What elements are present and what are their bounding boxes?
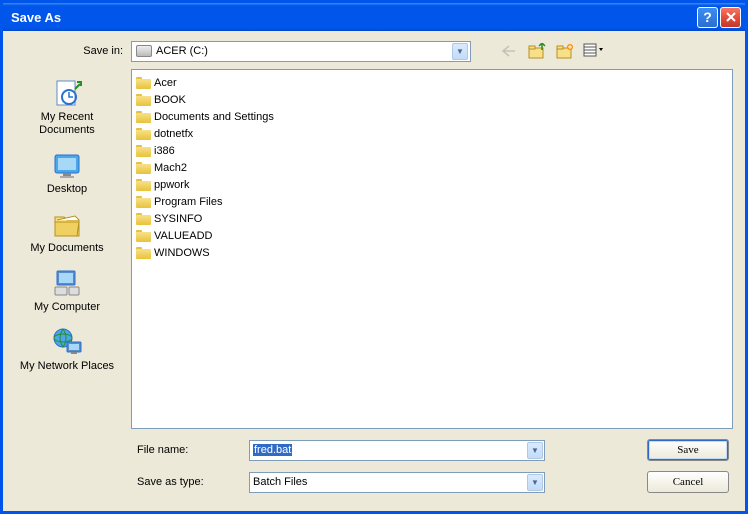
filename-label: File name: [131, 444, 249, 456]
window-title: Save As [11, 10, 695, 25]
place-my-documents[interactable]: My Documents [17, 204, 117, 261]
list-item[interactable]: BOOK [136, 91, 728, 108]
list-item[interactable]: Mach2 [136, 159, 728, 176]
folder-icon [136, 247, 151, 259]
folder-icon [136, 128, 151, 140]
filename-value: fred.bat [253, 444, 292, 456]
places-bar: My Recent Documents Desktop My Documents… [3, 69, 131, 429]
save-button[interactable]: Save [647, 439, 729, 461]
folder-name: i386 [154, 145, 175, 157]
folder-name: dotnetfx [154, 128, 193, 140]
titlebar[interactable]: Save As ? [3, 3, 745, 31]
folder-name: ppwork [154, 179, 189, 191]
folder-name: Documents and Settings [154, 111, 274, 123]
folder-name: BOOK [154, 94, 186, 106]
save-in-dropdown[interactable]: ACER (C:) ▼ [131, 41, 471, 62]
save-in-value: ACER (C:) [156, 45, 208, 57]
cancel-button[interactable]: Cancel [647, 471, 729, 493]
list-item[interactable]: WINDOWS [136, 244, 728, 261]
folder-icon [136, 145, 151, 157]
list-item[interactable]: VALUEADD [136, 227, 728, 244]
folder-icon [136, 213, 151, 225]
new-folder-icon[interactable] [555, 41, 575, 61]
place-my-computer[interactable]: My Computer [17, 263, 117, 320]
my-documents-icon [51, 208, 83, 240]
chevron-down-icon[interactable]: ▼ [527, 474, 543, 491]
list-item[interactable]: ppwork [136, 176, 728, 193]
folder-icon [136, 230, 151, 242]
folder-icon [136, 77, 151, 89]
place-my-network[interactable]: My Network Places [17, 322, 117, 379]
filetype-dropdown[interactable]: Batch Files ▼ [249, 472, 545, 493]
desktop-icon [51, 149, 83, 181]
list-item[interactable]: Acer [136, 74, 728, 91]
network-places-icon [51, 326, 83, 358]
list-item[interactable]: dotnetfx [136, 125, 728, 142]
list-item[interactable]: Documents and Settings [136, 108, 728, 125]
list-item[interactable]: SYSINFO [136, 210, 728, 227]
save-in-label: Save in: [3, 45, 131, 57]
folder-name: Acer [154, 77, 177, 89]
place-recent-documents[interactable]: My Recent Documents [17, 73, 117, 143]
place-desktop[interactable]: Desktop [17, 145, 117, 202]
chevron-down-icon[interactable]: ▼ [527, 442, 543, 459]
chevron-down-icon[interactable]: ▼ [452, 43, 468, 60]
filetype-value: Batch Files [253, 476, 307, 488]
folder-icon [136, 196, 151, 208]
recent-documents-icon [51, 77, 83, 109]
folder-name: SYSINFO [154, 213, 202, 225]
folder-icon [136, 179, 151, 191]
list-item[interactable]: i386 [136, 142, 728, 159]
file-list[interactable]: Acer BOOK Documents and Settings dotnetfx i3… [131, 69, 733, 429]
close-button[interactable] [720, 7, 741, 28]
folder-name: Program Files [154, 196, 222, 208]
drive-icon [136, 45, 152, 57]
folder-name: VALUEADD [154, 230, 212, 242]
list-item[interactable]: Program Files [136, 193, 728, 210]
my-computer-icon [51, 267, 83, 299]
folder-icon [136, 111, 151, 123]
up-one-level-icon[interactable] [527, 41, 547, 61]
folder-name: WINDOWS [154, 247, 210, 259]
back-icon [499, 41, 519, 61]
views-icon[interactable] [583, 41, 603, 61]
folder-name: Mach2 [154, 162, 187, 174]
help-button[interactable]: ? [697, 7, 718, 28]
filename-input[interactable]: fred.bat ▼ [249, 440, 545, 461]
folder-icon [136, 162, 151, 174]
save-as-dialog: Save As ? Save in: ACER (C:) ▼ [0, 0, 748, 514]
filetype-label: Save as type: [131, 476, 249, 488]
folder-icon [136, 94, 151, 106]
